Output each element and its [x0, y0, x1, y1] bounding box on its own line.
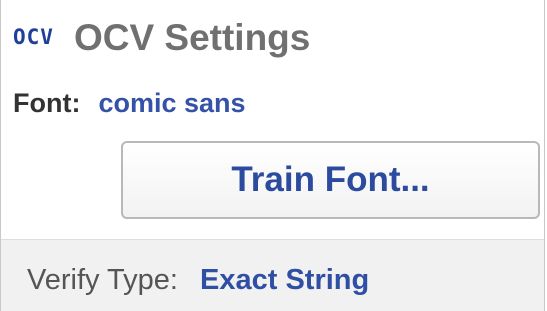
ocv-icon: OCV	[13, 24, 54, 49]
verify-type-label: Verify Type:	[27, 264, 178, 296]
font-value: comic sans	[98, 88, 246, 118]
train-font-button-label: Train Font...	[231, 160, 430, 199]
font-label: Font:	[13, 88, 81, 118]
verify-type-row: Verify Type: Exact String	[27, 264, 369, 297]
ocv-settings-panel: OCV OCV Settings Font: comic sans Train …	[0, 0, 545, 311]
font-row: Font: comic sans	[13, 88, 246, 119]
verify-type-value[interactable]: Exact String	[200, 264, 369, 297]
panel-title: OCV Settings	[73, 16, 311, 58]
verify-type-section: Verify Type: Exact String	[1, 239, 544, 311]
train-font-button[interactable]: Train Font...	[121, 141, 540, 219]
panel-header: OCV OCV Settings	[13, 14, 310, 60]
